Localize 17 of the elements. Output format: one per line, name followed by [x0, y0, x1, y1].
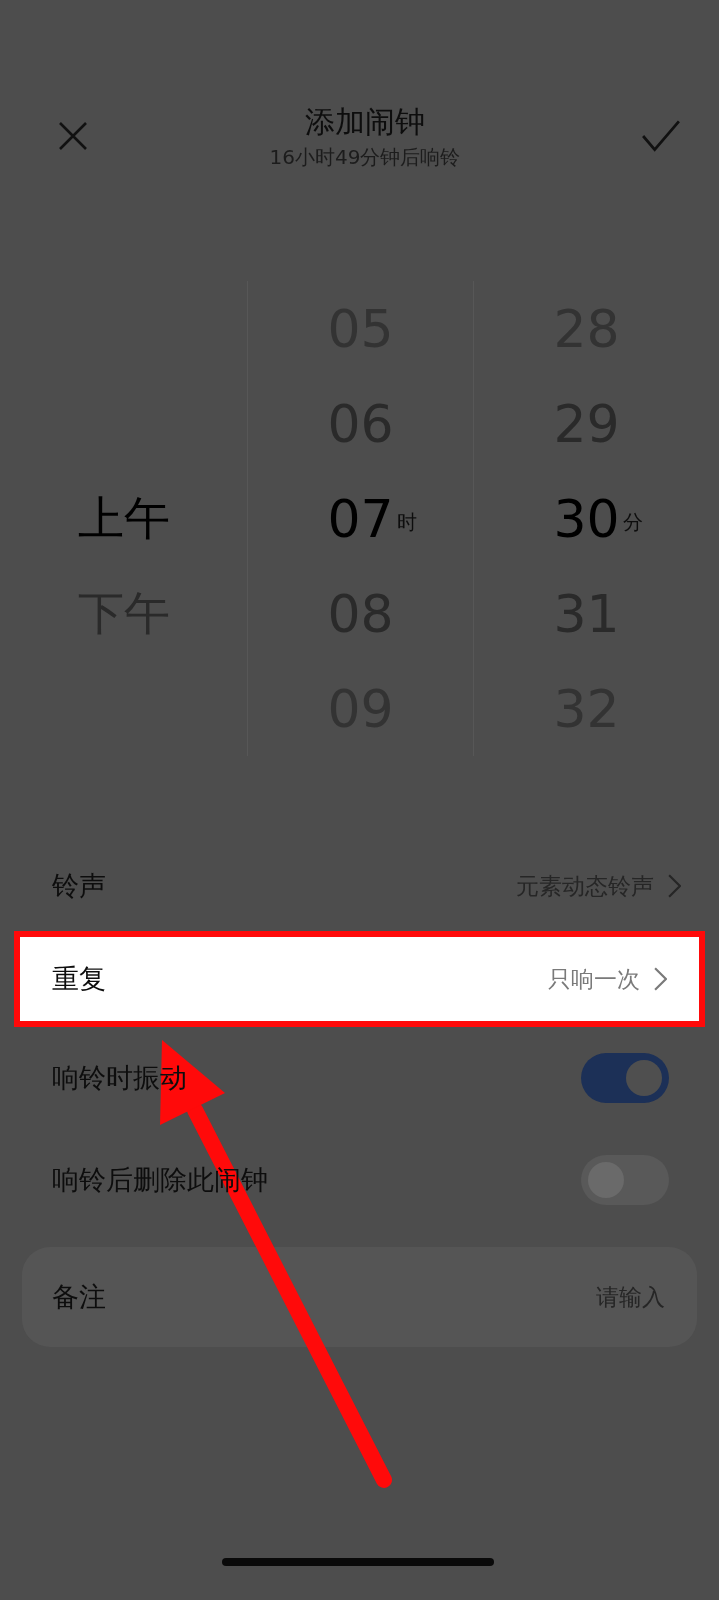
setting-label: 重复 [52, 962, 106, 996]
time-option[interactable]: 07 [327, 488, 394, 549]
time-option[interactable]: 30 [553, 488, 620, 549]
period-option[interactable]: 上午 [0, 471, 247, 566]
setting-label: 铃声 [52, 869, 106, 903]
confirm-icon[interactable] [641, 119, 681, 153]
settings-row[interactable]: 重复 只响一次 [14, 931, 705, 1027]
close-icon[interactable] [57, 120, 89, 152]
unit-label: 时 [396, 509, 417, 536]
toggle-switch[interactable] [581, 1053, 669, 1103]
note-label: 备注 [52, 1280, 106, 1314]
toggle-switch[interactable] [581, 1155, 669, 1205]
setting-value: 只响一次 [548, 964, 640, 994]
unit-label: 分 [622, 509, 643, 536]
chevron-right-icon [654, 967, 667, 991]
chevron-right-icon [668, 874, 681, 898]
page-title: 添加闹钟 [305, 103, 425, 141]
